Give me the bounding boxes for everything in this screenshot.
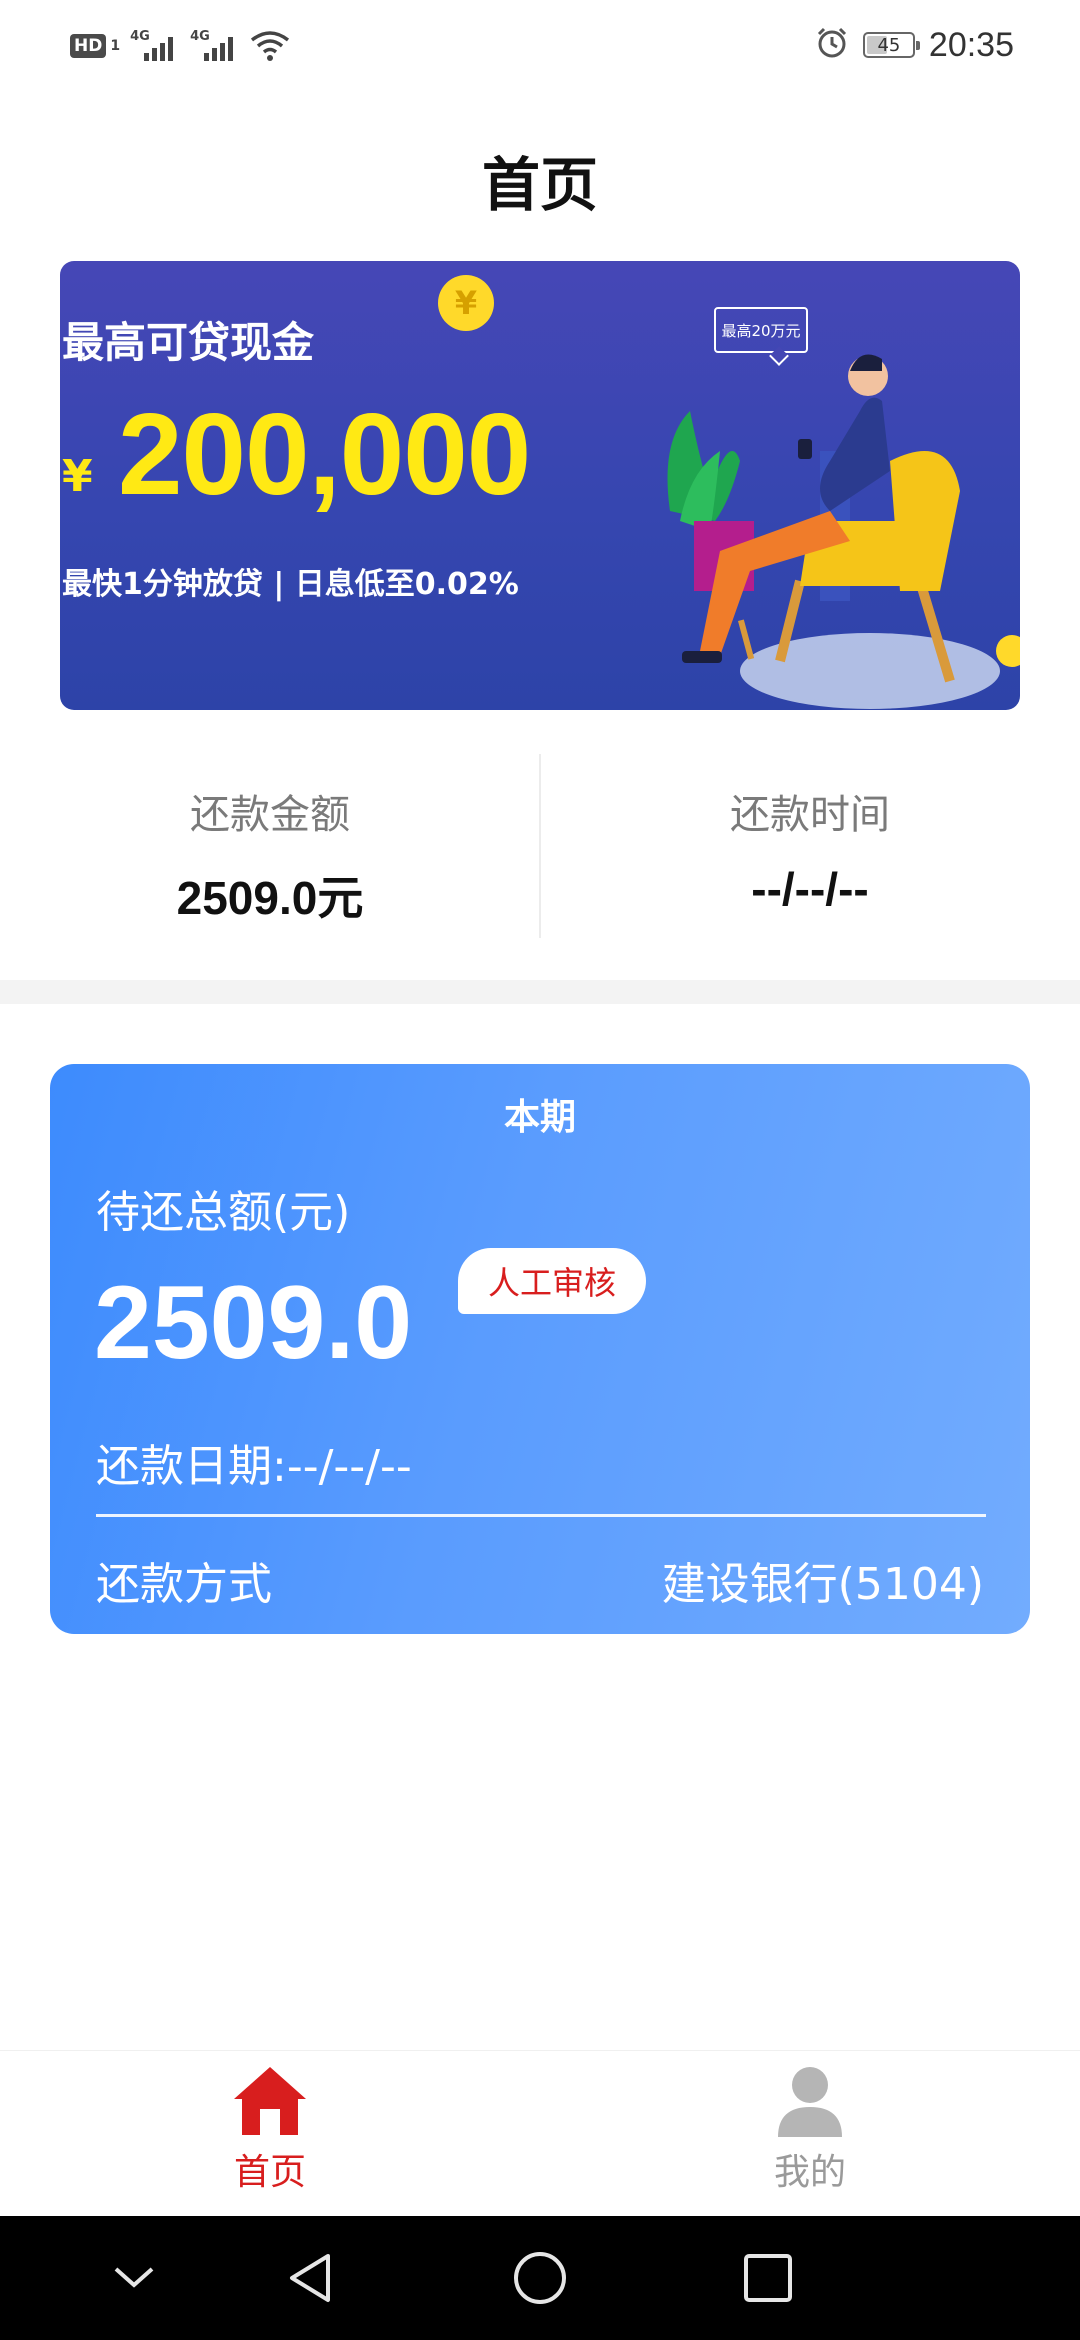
- banner-bubble: 最高20万元: [714, 307, 808, 353]
- system-nav-bar: [0, 2216, 1080, 2340]
- payment-method-value[interactable]: 建设银行(5104): [662, 1548, 984, 1612]
- banner-amount: 200,000: [118, 389, 531, 519]
- bottom-tab-bar: 首页 我的: [0, 2050, 1080, 2216]
- network-type: 4G: [130, 29, 150, 44]
- wifi-icon: [250, 30, 290, 62]
- back-icon[interactable]: [270, 2242, 350, 2314]
- promo-banner[interactable]: ¥ 最高可贷现金 ¥ 200,000 最快1分钟放贷 | 日息低至0.02% 最…: [60, 261, 1020, 710]
- banner-currency: ¥: [62, 451, 93, 502]
- summary-time: 还款时间 --/--/--: [540, 754, 1080, 938]
- payment-method-label: 还款方式: [96, 1559, 272, 1610]
- tab-home-label: 首页: [233, 2152, 306, 2193]
- section-divider: [0, 980, 1080, 1004]
- total-due-label: 待还总额(元): [96, 1187, 351, 1238]
- summary-time-value: --/--/--: [751, 863, 869, 915]
- battery-icon: 45: [862, 32, 920, 58]
- battery-level: 45: [877, 34, 901, 56]
- coin-icon: ¥: [438, 275, 494, 331]
- signal-icon: 4G: [190, 29, 240, 63]
- card-divider: [96, 1514, 986, 1517]
- chevron-down-icon[interactable]: [94, 2242, 174, 2314]
- user-icon: [778, 2067, 842, 2137]
- page-title: 首页: [481, 151, 598, 219]
- banner-subline: 最快1分钟放贷 | 日息低至0.02%: [62, 567, 519, 602]
- banner-illustration: [667, 354, 1020, 709]
- alarm-icon: [815, 26, 849, 64]
- hd-icon: HD: [70, 34, 107, 58]
- home-icon: [234, 2067, 306, 2135]
- home-screen: HD 1 4G 4G 45 20:35 首页 ¥ 最高可贷现金 ¥ 200,00…: [0, 0, 1080, 2340]
- summary-amount-value: 2509.0元: [176, 872, 364, 924]
- status-bar-left: HD 1 4G 4G: [70, 26, 290, 66]
- tab-mine-label: 我的: [773, 2152, 846, 2193]
- tab-home[interactable]: 首页: [0, 2051, 540, 2217]
- network-type: 4G: [190, 29, 210, 44]
- status-bar: HD 1 4G 4G 45 20:35: [0, 0, 1080, 90]
- total-due-amount: 2509.0: [94, 1265, 413, 1381]
- summary-time-label: 还款时间: [730, 792, 890, 838]
- recents-icon[interactable]: [728, 2242, 808, 2314]
- banner-headline: 最高可贷现金: [62, 318, 315, 367]
- repayment-summary: 还款金额 2509.0元 还款时间 --/--/--: [0, 754, 1080, 938]
- summary-amount: 还款金额 2509.0元: [0, 754, 540, 938]
- sim-number: 1: [110, 38, 121, 54]
- current-bill-card[interactable]: 本期 待还总额(元) 2509.0 人工审核 还款日期:--/--/-- 还款方…: [50, 1064, 1030, 1634]
- due-date: 还款日期:--/--/--: [96, 1441, 412, 1492]
- status-bar-right: 45 20:35: [815, 24, 1014, 66]
- home-circle-icon[interactable]: [500, 2242, 580, 2314]
- tab-mine[interactable]: 我的: [540, 2051, 1080, 2217]
- clock: 20:35: [928, 25, 1014, 64]
- card-title: 本期: [503, 1097, 576, 1138]
- status-badge: 人工审核: [458, 1248, 646, 1314]
- summary-amount-label: 还款金额: [190, 792, 350, 838]
- signal-icon: 4G: [130, 29, 180, 63]
